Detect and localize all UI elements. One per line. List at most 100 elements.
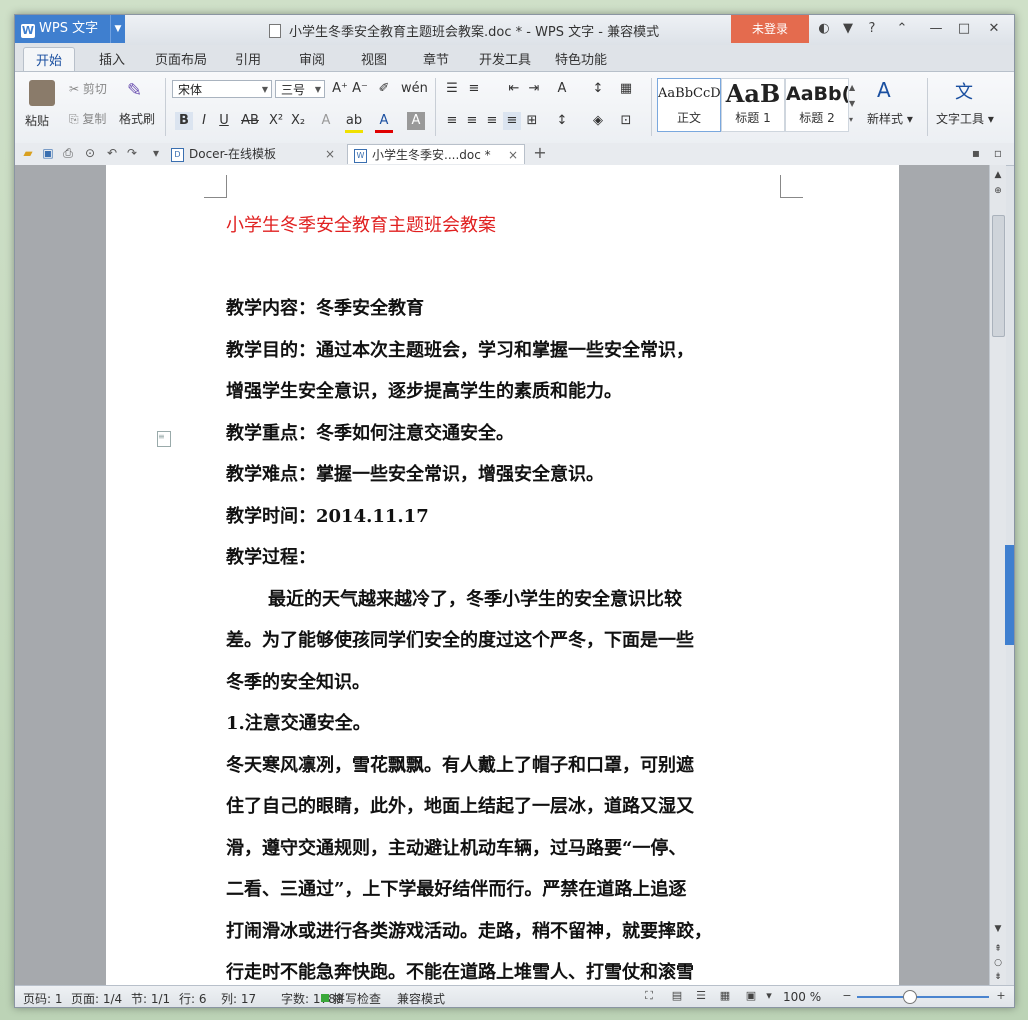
table-icon[interactable]: ▦ <box>617 80 635 98</box>
clear-format-icon[interactable]: ✐ <box>375 80 393 98</box>
strikethrough-button[interactable]: AB <box>241 112 259 130</box>
format-painter-icon[interactable]: ✎ <box>127 80 147 102</box>
tab-developer[interactable]: 开发工具 <box>479 49 531 68</box>
zoom-in-icon[interactable]: + <box>995 990 1007 1002</box>
zoom-out-icon[interactable]: − <box>841 990 853 1002</box>
tab-home[interactable]: 开始 <box>23 47 76 73</box>
open-icon[interactable]: ▰ <box>21 146 35 160</box>
numbering-icon[interactable]: ≡ <box>465 80 483 98</box>
increase-indent-icon[interactable]: ⇥ <box>525 80 543 98</box>
style-heading-1[interactable]: AaB 标题 1 <box>721 78 785 132</box>
customize-quick-access-icon[interactable]: ▾ <box>149 146 163 160</box>
text-tools-button[interactable]: 文字工具 ▾ <box>936 110 994 127</box>
outline-view-icon[interactable]: ☰ <box>695 990 707 1002</box>
text-effect-icon[interactable]: A <box>317 112 335 130</box>
paragraph-layout-icon[interactable]: ≡ <box>157 431 171 447</box>
fullscreen-icon[interactable]: ⛶ <box>643 990 655 1002</box>
font-size-select[interactable]: 三号 ▼ <box>275 80 325 98</box>
document-page[interactable]: ≡ 小学生冬季安全教育主题班会教案 教学内容：冬季安全教育 教学目的：通过本次主… <box>106 165 899 985</box>
status-page[interactable]: 页面: 1/4 <box>71 990 122 1007</box>
align-right-icon[interactable]: ≡ <box>483 112 501 130</box>
char-shading-icon[interactable]: A <box>407 112 425 130</box>
save-icon[interactable]: ▣ <box>41 146 55 160</box>
justify-icon[interactable]: ≡ <box>503 112 521 130</box>
change-case-icon[interactable]: A <box>553 80 571 98</box>
next-page-icon[interactable]: ⇟ <box>992 971 1004 983</box>
chevron-down-icon[interactable]: ▾ <box>763 990 775 1002</box>
underline-button[interactable]: U <box>215 112 233 130</box>
align-center-icon[interactable]: ≡ <box>463 112 481 130</box>
tab-page-layout[interactable]: 页面布局 <box>155 49 207 68</box>
minimize-icon[interactable]: — <box>927 20 945 38</box>
app-menu-button[interactable]: W WPS 文字 ▼ <box>15 15 125 43</box>
bullets-icon[interactable]: ☰ <box>443 80 461 98</box>
reading-view-icon[interactable]: ▣ <box>745 990 757 1002</box>
new-tab-icon[interactable]: + <box>533 145 547 161</box>
tab-list-icon[interactable]: ▪ <box>969 146 983 160</box>
web-view-icon[interactable]: ▦ <box>719 990 731 1002</box>
font-color-icon[interactable]: A <box>375 112 393 133</box>
document-body[interactable]: 小学生冬季安全教育主题班会教案 教学内容：冬季安全教育 教学目的：通过本次主题班… <box>226 205 786 985</box>
style-heading-2[interactable]: AaBb( 标题 2 <box>785 78 849 132</box>
select-browse-icon[interactable]: ⊕ <box>992 185 1004 197</box>
page-view-icon[interactable]: ▤ <box>671 990 683 1002</box>
tab-restore-icon[interactable]: ▫ <box>991 146 1005 160</box>
new-style-icon[interactable]: A <box>877 78 891 102</box>
side-panel-toggle[interactable] <box>1005 545 1014 645</box>
shading-icon[interactable]: ◈ <box>589 112 607 130</box>
tab-chapter[interactable]: 章节 <box>423 49 449 68</box>
paste-icon[interactable] <box>29 80 55 106</box>
chevron-down-icon[interactable]: ▼ <box>110 15 125 43</box>
scroll-up-icon[interactable]: ▲ <box>992 169 1004 181</box>
sort-icon[interactable]: ↕ <box>589 80 607 98</box>
status-spell-check[interactable]: 拼写检查 <box>333 990 381 1007</box>
zoom-slider-track[interactable] <box>857 996 989 998</box>
vertical-scrollbar[interactable]: ▲ ⊕ ▼ ⇞ ○ ⇟ <box>989 165 1006 985</box>
paste-button[interactable]: 粘贴 <box>25 112 49 129</box>
styles-scroll[interactable]: ▲ ▼ ▾ <box>849 80 859 128</box>
tab-view[interactable]: 视图 <box>361 49 387 68</box>
zoom-slider-thumb[interactable] <box>903 990 917 1004</box>
document-area[interactable]: ≡ 小学生冬季安全教育主题班会教案 教学内容：冬季安全教育 教学目的：通过本次主… <box>15 165 989 985</box>
feedback-icon[interactable]: ◐ <box>815 20 833 38</box>
redo-icon[interactable]: ↷ <box>125 146 139 160</box>
previous-page-icon[interactable]: ⇞ <box>992 943 1004 955</box>
tab-review[interactable]: 审阅 <box>299 49 325 68</box>
print-preview-icon[interactable]: ⊙ <box>83 146 97 160</box>
shrink-font-icon[interactable]: A⁻ <box>351 80 369 98</box>
cut-button[interactable]: ✂ 剪切 <box>69 80 107 97</box>
new-style-button[interactable]: 新样式 ▾ <box>867 110 913 127</box>
scroll-down-icon[interactable]: ▼ <box>992 923 1004 935</box>
maximize-icon[interactable]: □ <box>955 20 973 38</box>
format-painter-button[interactable]: 格式刷 <box>119 110 155 127</box>
doc-tab-docer[interactable]: D Docer-在线模板 × <box>165 144 341 164</box>
distribute-icon[interactable]: ⊞ <box>523 112 541 130</box>
help-icon[interactable]: ? <box>863 20 881 38</box>
highlight-icon[interactable]: ab <box>345 112 363 133</box>
print-icon[interactable]: ⎙ <box>61 146 75 160</box>
collapse-ribbon-icon[interactable]: ⌃ <box>893 20 911 38</box>
bold-button[interactable]: B <box>175 112 193 130</box>
line-spacing-icon[interactable]: ↕ <box>553 112 571 130</box>
login-button[interactable]: 未登录 <box>731 15 809 43</box>
italic-button[interactable]: I <box>195 112 213 130</box>
subscript-button[interactable]: X₂ <box>289 112 307 130</box>
align-left-icon[interactable]: ≡ <box>443 112 461 130</box>
font-family-select[interactable]: 宋体 ▼ <box>172 80 272 98</box>
scroll-thumb[interactable] <box>992 215 1005 337</box>
zoom-level[interactable]: 100 % <box>783 990 821 1004</box>
close-tab-icon[interactable]: × <box>325 144 335 164</box>
grow-font-icon[interactable]: A⁺ <box>331 80 349 98</box>
undo-icon[interactable]: ↶ <box>105 146 119 160</box>
superscript-button[interactable]: X² <box>267 112 285 130</box>
skin-icon[interactable]: ▼ <box>839 20 857 38</box>
phonetic-icon[interactable]: wén <box>401 80 428 98</box>
browse-object-icon[interactable]: ○ <box>992 957 1004 969</box>
tab-references[interactable]: 引用 <box>235 49 261 68</box>
text-tools-icon[interactable]: 文 <box>955 78 973 104</box>
style-normal[interactable]: AaBbCcD 正文 <box>657 78 721 132</box>
decrease-indent-icon[interactable]: ⇤ <box>505 80 523 98</box>
doc-tab-active[interactable]: W 小学生冬季安....doc * × <box>347 144 525 164</box>
tab-insert[interactable]: 插入 <box>99 49 125 68</box>
borders-icon[interactable]: ⊡ <box>617 112 635 130</box>
